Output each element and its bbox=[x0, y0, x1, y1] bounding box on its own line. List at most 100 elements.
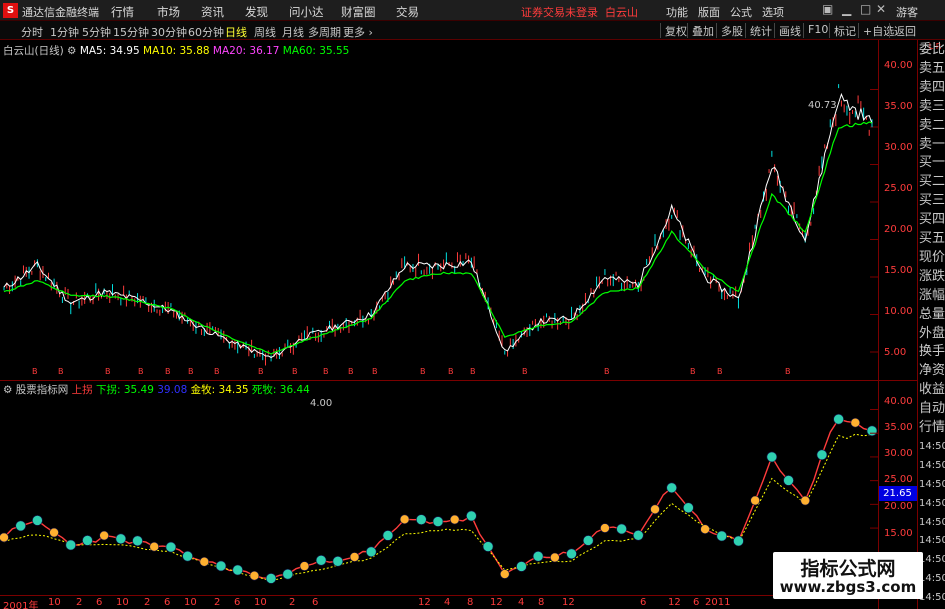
signal-dot-orange bbox=[800, 495, 811, 506]
minimize-icon[interactable]: ▁ bbox=[842, 2, 851, 16]
side-label[interactable]: 14:50 bbox=[919, 476, 945, 493]
menu-function[interactable]: 功能 bbox=[666, 4, 688, 20]
signal-dot-green bbox=[582, 535, 594, 546]
signal-dot-green bbox=[332, 555, 344, 567]
signal-dot-orange bbox=[449, 514, 460, 525]
tab-30min[interactable]: 30分钟 bbox=[151, 24, 187, 40]
side-label[interactable]: 换手 bbox=[919, 343, 945, 360]
side-label[interactable]: 现价 bbox=[919, 249, 945, 266]
tab-multi-period[interactable]: 多周期 bbox=[308, 24, 341, 40]
y-tick: 30.00 bbox=[884, 142, 913, 153]
menu-options[interactable]: 选项 bbox=[762, 4, 784, 20]
side-label[interactable]: 卖五 bbox=[919, 60, 945, 77]
x-tick: 10 bbox=[184, 597, 197, 608]
tab-intraday[interactable]: 分时 bbox=[21, 24, 43, 40]
menu-market[interactable]: 市场 bbox=[157, 4, 180, 20]
signal-dot-orange bbox=[550, 552, 560, 563]
side-label[interactable]: 买二 bbox=[919, 173, 945, 190]
login-notice: 证券交易未登录 白云山 bbox=[521, 4, 638, 20]
indicator-golden: 金牧: 34.35 bbox=[190, 384, 249, 396]
main-indicator-bar: 白云山(日线) ⚙ MA5: 34.95 MA10: 35.88 MA20: 3… bbox=[3, 43, 349, 58]
signal-dot-green bbox=[566, 548, 577, 560]
event-marker: B bbox=[470, 367, 476, 376]
side-label[interactable]: 14:50 bbox=[919, 495, 945, 512]
tab-weekly[interactable]: 周线 bbox=[254, 24, 276, 40]
side-label[interactable]: 卖三 bbox=[919, 98, 945, 115]
signal-dot-green bbox=[616, 523, 627, 535]
side-label[interactable]: 卖一 bbox=[919, 136, 945, 153]
menu-news[interactable]: 资讯 bbox=[201, 4, 224, 20]
side-label[interactable]: 行情 bbox=[919, 419, 945, 436]
side-label[interactable]: 自动 bbox=[919, 400, 945, 417]
multi-stock-button[interactable]: 多股 bbox=[716, 23, 743, 38]
side-label[interactable]: 涨跌 bbox=[919, 268, 945, 285]
menu-formula[interactable]: 公式 bbox=[730, 4, 752, 20]
side-label[interactable]: 收益 bbox=[919, 381, 945, 398]
tab-60min[interactable]: 60分钟 bbox=[188, 24, 224, 40]
tab-15min[interactable]: 15分钟 bbox=[113, 24, 149, 40]
tab-1min[interactable]: 1分钟 bbox=[50, 24, 79, 40]
side-label[interactable]: 涨幅 bbox=[919, 287, 945, 304]
x-tick: 6 bbox=[693, 597, 700, 608]
x-tick: 8 bbox=[467, 597, 474, 608]
y-tick: 20.00 bbox=[884, 501, 913, 512]
gear-icon[interactable]: ⚙ bbox=[3, 384, 16, 396]
series-line-ma60 bbox=[3, 121, 873, 355]
guest-label[interactable]: 游客 bbox=[896, 4, 918, 20]
tab-daily[interactable]: 日线 bbox=[225, 24, 247, 40]
signal-dot-green bbox=[666, 482, 677, 494]
menu-trade[interactable]: 交易 bbox=[396, 4, 419, 20]
menu-layout[interactable]: 版面 bbox=[698, 4, 720, 20]
indicator-up-turn: 上拐 bbox=[71, 384, 93, 396]
statistics-button[interactable]: 统计 bbox=[745, 23, 772, 38]
side-label[interactable]: 买五 bbox=[919, 230, 945, 247]
side-label[interactable]: 14:50 bbox=[919, 514, 945, 531]
draw-line-button[interactable]: 画线 bbox=[774, 23, 801, 38]
menu-discover[interactable]: 发现 bbox=[245, 4, 268, 20]
gear-icon[interactable]: ⚙ bbox=[67, 45, 80, 57]
mark-button[interactable]: 标记 bbox=[829, 23, 856, 38]
signal-dot-green bbox=[432, 516, 444, 527]
main-kline-chart[interactable]: B B B B B B B B B B B B B B B B B B B B 白云山(日线) ⚙ MA5: 34.9… bbox=[0, 40, 945, 409]
side-label[interactable]: 14:50 bbox=[919, 438, 945, 455]
tab-more[interactable]: 更多 › bbox=[343, 24, 373, 40]
signal-dot-green bbox=[466, 510, 477, 522]
sub-indicator-bar: ⚙ 股票指标网 上拐 下拐: 35.49 39.08 金牧: 34.35 死牧:… bbox=[3, 382, 310, 397]
signal-dot-green bbox=[683, 502, 694, 514]
signal-dot-green bbox=[516, 561, 527, 572]
x-tick: 6 bbox=[640, 597, 647, 608]
side-label[interactable]: 净资 bbox=[919, 362, 945, 379]
tab-more-label: 更多 bbox=[343, 26, 365, 39]
menu-market-quote[interactable]: 行情 bbox=[111, 4, 134, 20]
restore-rights-button[interactable]: 复权 bbox=[660, 23, 687, 38]
signal-dot-green bbox=[315, 555, 327, 566]
maximize-icon[interactable]: □ bbox=[860, 2, 871, 16]
side-label[interactable]: 卖四 bbox=[919, 79, 945, 96]
indicator-title: 股票指标网 bbox=[15, 384, 69, 396]
side-label[interactable]: 卖二 bbox=[919, 117, 945, 134]
side-label[interactable]: 买四 bbox=[919, 211, 945, 228]
quote-side-panel: 委比卖五卖四卖三卖二卖一 买一买二买三买四买五现价涨跌涨幅总量外盘 换手净资收益自动… bbox=[918, 40, 945, 609]
signal-dot-orange bbox=[49, 527, 59, 538]
overlay-button[interactable]: 叠加 bbox=[687, 23, 714, 38]
side-label[interactable]: 买一 bbox=[919, 154, 945, 171]
side-label[interactable]: 外盘 bbox=[919, 325, 945, 342]
back-button[interactable]: 返回 bbox=[889, 23, 916, 38]
x-tick: 6 bbox=[164, 597, 171, 608]
x-tick: 2 bbox=[289, 597, 296, 608]
side-label[interactable]: 总量 bbox=[919, 306, 945, 323]
menu-wealth[interactable]: 财富圈 bbox=[341, 4, 376, 20]
tab-5min[interactable]: 5分钟 bbox=[82, 24, 111, 40]
menu-ask[interactable]: 问小达 bbox=[289, 4, 324, 20]
side-label[interactable]: 14:50 bbox=[919, 457, 945, 474]
side-label[interactable]: 委比 bbox=[919, 41, 945, 58]
signal-dot-orange bbox=[0, 532, 9, 543]
tab-monthly[interactable]: 月线 bbox=[282, 24, 304, 40]
close-icon[interactable]: ✕ bbox=[876, 2, 886, 16]
x-tick: 2011 bbox=[705, 597, 731, 608]
side-label[interactable]: 14:50 bbox=[919, 532, 945, 549]
x-tick: 10 bbox=[254, 597, 267, 608]
side-label[interactable]: 买三 bbox=[919, 192, 945, 209]
f10-button[interactable]: F10 bbox=[803, 23, 828, 38]
skin-icon[interactable]: ▣ bbox=[822, 2, 833, 16]
